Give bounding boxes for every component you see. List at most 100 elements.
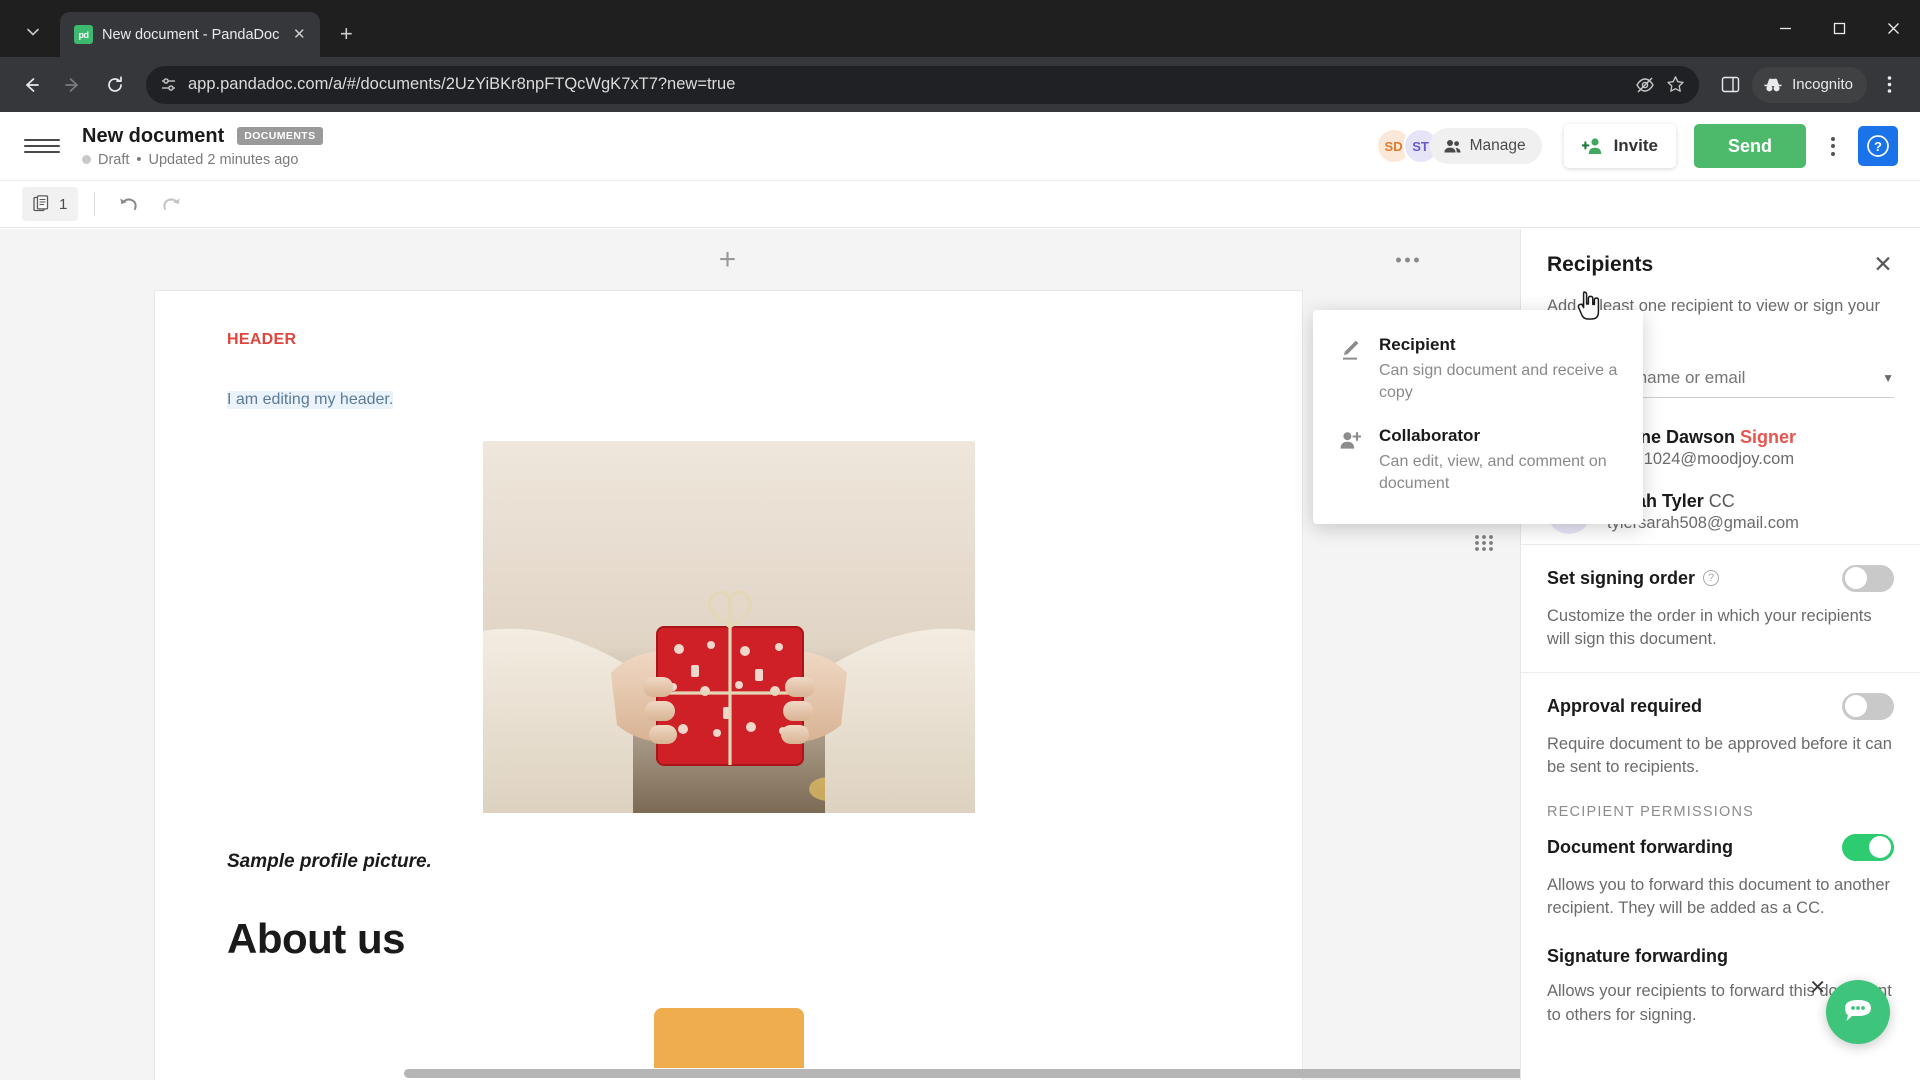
arrow-forward-icon[interactable] xyxy=(54,66,92,104)
new-tab-button[interactable]: + xyxy=(329,17,363,51)
menu-item-content: Collaborator Can edit, view, and comment… xyxy=(1379,426,1619,495)
svg-text:?: ? xyxy=(1874,139,1882,154)
menu-item-desc: Can edit, view, and comment on document xyxy=(1379,453,1607,493)
document-forwarding-toggle[interactable] xyxy=(1842,833,1894,861)
close-icon[interactable]: ✕ xyxy=(288,24,310,46)
document-image[interactable] xyxy=(482,441,975,813)
help-circle-icon[interactable]: ? xyxy=(1703,570,1720,587)
browser-toolbar: app.pandadoc.com/a/#/documents/2UzYiBKr8… xyxy=(0,57,1920,112)
page-settings-icon[interactable] xyxy=(160,76,177,93)
document-heading[interactable]: About us xyxy=(227,915,1230,963)
incognito-label: Incognito xyxy=(1792,76,1853,93)
manage-label: Manage xyxy=(1469,137,1526,154)
hand-pointer-cursor xyxy=(1576,290,1602,327)
tab-title: New document - PandaDoc xyxy=(102,26,280,43)
setting-row: Document forwarding xyxy=(1547,833,1894,861)
redo-icon[interactable] xyxy=(153,187,189,221)
invite-button[interactable]: Invite xyxy=(1563,124,1676,168)
document-meta: New document DOCUMENTS Draft • Updated 2… xyxy=(82,125,323,168)
menu-item-title: Recipient xyxy=(1379,335,1456,354)
pen-signature-icon xyxy=(1337,335,1363,404)
setting-label: Approval required xyxy=(1547,695,1703,716)
app-header: New document DOCUMENTS Draft • Updated 2… xyxy=(0,112,1920,180)
tab-search-icon[interactable] xyxy=(6,12,60,52)
document-status: Draft xyxy=(98,151,130,168)
setting-description: Customize the order in which your recipi… xyxy=(1547,606,1872,649)
invite-dropdown-menu: Recipient Can sign document and receive … xyxy=(1313,310,1643,525)
canvas-scrollbar-horizontal[interactable] xyxy=(404,1069,1584,1078)
hamburger-menu-icon[interactable] xyxy=(24,128,60,164)
page-count: 1 xyxy=(59,195,68,213)
bookmark-star-icon[interactable] xyxy=(1666,75,1685,94)
menu-item-content: Recipient Can sign document and receive … xyxy=(1379,335,1619,404)
address-bar[interactable]: app.pandadoc.com/a/#/documents/2UzYiBKr8… xyxy=(146,65,1700,104)
approval-required-toggle[interactable] xyxy=(1842,692,1894,720)
document-subtitle: Draft • Updated 2 minutes ago xyxy=(82,152,323,168)
grid-apps-icon[interactable] xyxy=(1467,526,1501,560)
setting-label-wrap: Set signing order ? xyxy=(1547,567,1720,589)
maximize-icon[interactable] xyxy=(1812,0,1866,57)
undo-icon[interactable] xyxy=(111,187,147,221)
image-caption: Sample profile picture. xyxy=(227,851,432,872)
add-page-button[interactable]: + xyxy=(719,245,737,275)
side-panel-icon[interactable] xyxy=(1711,66,1749,104)
chevron-down-icon[interactable]: ▼ xyxy=(1874,371,1894,385)
close-icon[interactable]: ✕ xyxy=(1868,249,1898,279)
incognito-indicator[interactable]: Incognito xyxy=(1752,66,1867,103)
browser-window: pd New document - PandaDoc ✕ + app.panda… xyxy=(0,0,1920,1080)
pandadoc-app: New document DOCUMENTS Draft • Updated 2… xyxy=(0,112,1920,1080)
divider xyxy=(94,192,96,216)
document-toolbar: 1 xyxy=(0,180,1920,228)
page-add-row: + xyxy=(0,229,1455,291)
page-title: New document xyxy=(82,124,225,147)
help-question-icon[interactable]: ? xyxy=(1858,126,1898,166)
menu-item-collaborator[interactable]: Collaborator Can edit, view, and comment… xyxy=(1313,415,1643,506)
chrome-kebab-icon[interactable] xyxy=(1870,66,1908,104)
setting-approval-required: Approval required Require document to be… xyxy=(1521,671,1920,800)
setting-row: Approval required xyxy=(1547,692,1894,720)
minimize-icon[interactable] xyxy=(1758,0,1812,57)
eye-hidden-icon[interactable] xyxy=(1635,75,1655,95)
pages-button[interactable]: 1 xyxy=(22,187,79,221)
permission-label: Signature forwarding xyxy=(1547,946,1729,967)
setting-label: Set signing order xyxy=(1547,567,1696,588)
send-button[interactable]: Send xyxy=(1693,124,1806,168)
browser-tab-strip: pd New document - PandaDoc ✕ + xyxy=(0,0,1920,57)
header-actions: SD ST Manage Invite Send ? xyxy=(1375,124,1898,168)
recipient-role[interactable]: Signer xyxy=(1740,427,1796,447)
page-options-button[interactable] xyxy=(1396,257,1419,263)
permission-document-forwarding: Document forwarding Allows you to forwar… xyxy=(1521,820,1920,941)
chat-close-icon[interactable]: ✕ xyxy=(1809,978,1826,998)
invite-label: Invite xyxy=(1613,136,1658,155)
setting-description: Require document to be approved before i… xyxy=(1547,734,1892,777)
doc-header-text[interactable]: I am editing my header. xyxy=(227,391,394,409)
menu-item-desc: Can sign document and receive a copy xyxy=(1379,362,1618,402)
menu-item-recipient[interactable]: Recipient Can sign document and receive … xyxy=(1313,324,1643,415)
window-close-icon[interactable] xyxy=(1866,0,1920,57)
kebab-menu-icon[interactable] xyxy=(1816,126,1850,166)
person-add-icon xyxy=(1581,138,1601,154)
recipient-role[interactable]: CC xyxy=(1709,491,1735,511)
document-page[interactable]: HEADER I am editing my header. Sample pr… xyxy=(155,291,1302,1080)
permission-label: Document forwarding xyxy=(1547,836,1734,857)
reload-icon[interactable] xyxy=(96,66,134,104)
draft-status-dot xyxy=(82,155,91,164)
manage-button[interactable]: Manage xyxy=(1429,128,1542,164)
document-title-row: New document DOCUMENTS xyxy=(82,125,323,148)
doc-header-label: HEADER xyxy=(227,331,297,348)
setting-signing-order: Set signing order ? Customize the order … xyxy=(1521,543,1920,672)
setting-row: Set signing order ? xyxy=(1547,564,1894,592)
arrow-back-icon[interactable] xyxy=(12,66,50,104)
menu-item-title: Collaborator xyxy=(1379,426,1481,446)
toolbar-right-actions: Incognito xyxy=(1711,66,1908,104)
separator: • xyxy=(136,151,142,168)
browser-tab[interactable]: pd New document - PandaDoc ✕ xyxy=(60,12,321,57)
hands-holding-red-gift-box-photo xyxy=(482,441,975,813)
people-icon xyxy=(1443,139,1461,152)
window-controls xyxy=(1758,0,1920,57)
person-add-icon xyxy=(1337,426,1363,495)
permission-description: Allows you to forward this document to a… xyxy=(1547,875,1891,917)
chat-bubble-icon[interactable] xyxy=(1826,980,1890,1044)
recipient-permissions-label: RECIPIENT PERMISSIONS xyxy=(1547,803,1755,820)
signing-order-toggle[interactable] xyxy=(1842,564,1894,592)
